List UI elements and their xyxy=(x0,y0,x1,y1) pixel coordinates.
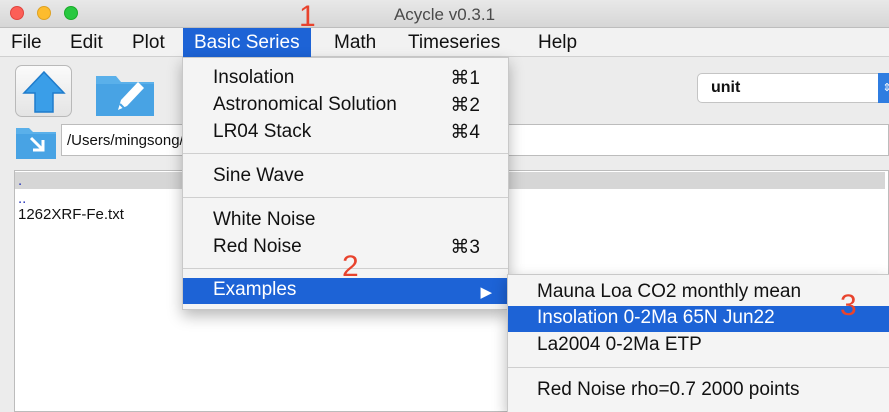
menu-item-label: Insolation xyxy=(213,67,295,88)
menu-separator xyxy=(183,197,508,198)
menu-separator xyxy=(183,153,508,154)
annotation-step-1: 1 xyxy=(299,0,316,33)
submenu-item-label: Insolation 0-2Ma 65N Jun22 xyxy=(537,307,775,328)
folder-edit-icon xyxy=(96,76,154,116)
menu-item-lr04-stack[interactable]: LR04 Stack ⌘4 xyxy=(183,120,508,146)
menu-item-shortcut: ⌘3 xyxy=(450,237,480,258)
menu-plot[interactable]: Plot xyxy=(121,28,176,57)
unit-select[interactable]: unit ⇕ xyxy=(697,73,889,103)
menu-item-label: Red Noise xyxy=(213,236,302,257)
menu-help[interactable]: Help xyxy=(527,28,588,57)
folder-arrow-button[interactable] xyxy=(15,124,57,160)
stepper-arrows-icon[interactable]: ⇕ xyxy=(878,73,889,103)
file-list-item[interactable]: .. xyxy=(18,190,26,207)
menu-item-label: Sine Wave xyxy=(213,165,305,186)
menu-item-label: Astronomical Solution xyxy=(213,94,397,115)
annotation-step-2: 2 xyxy=(342,250,359,283)
menu-item-label: White Noise xyxy=(213,209,316,230)
title-bar: Acycle v0.3.1 xyxy=(0,0,889,28)
window-title: Acycle v0.3.1 xyxy=(393,5,496,24)
submenu-item-red-noise-rho[interactable]: Red Noise rho=0.7 2000 points xyxy=(508,378,889,404)
submenu-arrow-icon: ▶ xyxy=(480,284,492,301)
menu-separator xyxy=(508,367,889,368)
file-list-item[interactable]: 1262XRF-Fe.txt xyxy=(18,206,124,223)
upload-arrow-icon xyxy=(22,70,66,113)
unit-select-value: unit xyxy=(711,79,741,96)
submenu-item-label: Red Noise rho=0.7 2000 points xyxy=(537,379,800,400)
menu-item-label: Examples xyxy=(213,279,297,300)
submenu-item-label: Mauna Loa CO2 monthly mean xyxy=(537,281,802,302)
menu-item-shortcut: ⌘2 xyxy=(450,95,480,116)
menu-item-shortcut: ⌘1 xyxy=(450,68,480,89)
submenu-item-la2004-etp[interactable]: La2004 0-2Ma ETP xyxy=(508,333,889,359)
menu-item-shortcut: ⌘4 xyxy=(450,122,480,143)
menu-item-insolation[interactable]: Insolation ⌘1 xyxy=(183,66,508,92)
menu-item-label: LR04 Stack xyxy=(213,121,312,142)
upload-button[interactable] xyxy=(15,65,72,117)
annotation-step-3: 3 xyxy=(840,289,857,322)
submenu-item-label: La2004 0-2Ma ETP xyxy=(537,334,702,355)
menu-item-white-noise[interactable]: White Noise xyxy=(183,208,508,234)
menu-item-astronomical-solution[interactable]: Astronomical Solution ⌘2 xyxy=(183,93,508,119)
menu-timeseries[interactable]: Timeseries xyxy=(397,28,511,57)
menu-basic-series[interactable]: Basic Series xyxy=(183,28,311,57)
edit-folder-button[interactable] xyxy=(94,68,156,118)
menu-edit[interactable]: Edit xyxy=(59,28,114,57)
examples-submenu: Mauna Loa CO2 monthly mean Insolation 0-… xyxy=(507,274,889,412)
menu-math[interactable]: Math xyxy=(323,28,387,57)
menu-bar: File Edit Plot Basic Series Math Timeser… xyxy=(0,28,889,57)
menu-item-sine-wave[interactable]: Sine Wave xyxy=(183,164,508,190)
folder-arrow-icon xyxy=(16,128,56,159)
submenu-item-insolation-65n[interactable]: Insolation 0-2Ma 65N Jun22 xyxy=(508,306,889,332)
submenu-item-mauna-loa[interactable]: Mauna Loa CO2 monthly mean xyxy=(508,280,889,306)
menu-file[interactable]: File xyxy=(0,28,53,57)
